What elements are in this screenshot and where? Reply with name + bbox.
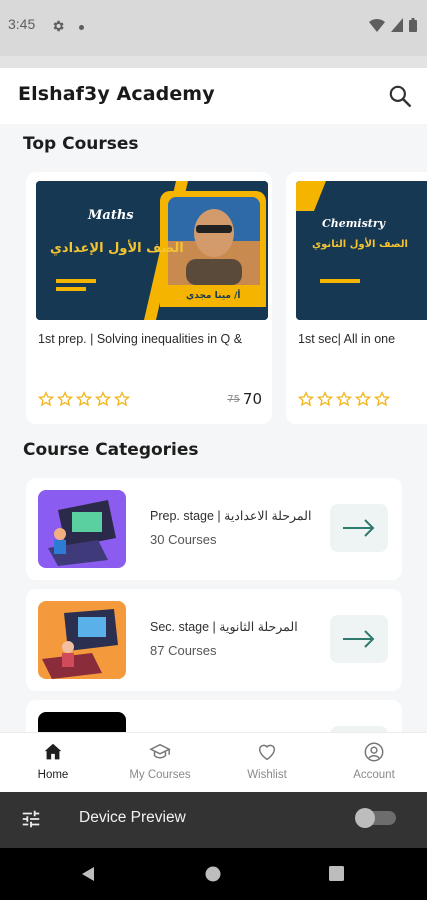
thumb-arabic-title: الصف الأول الثانوي	[312, 239, 408, 250]
notification-dot	[79, 25, 84, 30]
nav-label: Home	[37, 769, 69, 781]
star-outline-icon	[38, 391, 54, 407]
app-bar: Elshaf3y Academy	[0, 68, 427, 124]
thumb-teacher: أ/ مينا مجدي	[186, 291, 241, 301]
tune-icon[interactable]	[20, 808, 42, 830]
system-navigation-bar	[0, 848, 427, 900]
thumb-subject: Maths	[88, 208, 134, 223]
course-thumbnail: Chemistry الصف الأول الثانوي	[296, 181, 427, 320]
thumb-subject: Chemistry	[322, 217, 386, 230]
nav-home[interactable]: Home	[0, 733, 106, 792]
graduation-cap-icon	[149, 743, 171, 759]
star-outline-icon	[57, 391, 73, 407]
star-outline-icon	[374, 391, 390, 407]
category-count: 87 Courses	[150, 643, 217, 658]
window-gap	[0, 56, 427, 68]
course-name: 1st sec| All in one	[298, 332, 396, 346]
nav-label: Account	[353, 769, 395, 781]
open-category-button[interactable]	[330, 504, 388, 552]
course-card[interactable]: Chemistry الصف الأول الثانوي 1st sec| Al…	[286, 172, 427, 424]
nav-label: My Courses	[129, 769, 191, 781]
old-price: 75	[227, 394, 240, 405]
top-courses-title: Top Courses	[23, 134, 139, 154]
category-name: Sec. stage | المرحلة الثانوية	[150, 620, 298, 634]
star-outline-icon	[355, 391, 371, 407]
star-outline-icon	[298, 391, 314, 407]
category-name: Prep. stage | المرحلة الاعدادية	[150, 509, 312, 523]
arrow-right-icon	[343, 519, 375, 537]
app-window: Elshaf3y Academy Top Courses Maths الصف …	[0, 68, 427, 792]
category-count: 30 Courses	[150, 532, 217, 547]
recents-icon[interactable]	[329, 866, 344, 881]
bottom-navigation: Home My Courses Wishlist Account	[0, 732, 427, 792]
status-bar: 3:45	[0, 0, 427, 56]
rating-stars	[38, 391, 130, 407]
account-circle-icon	[364, 742, 384, 762]
battery-icon	[409, 18, 417, 32]
thumb-arabic-title: الصف الأول الإعدادي	[50, 241, 184, 256]
status-time: 3:45	[8, 16, 36, 32]
search-icon[interactable]	[387, 83, 413, 109]
open-category-button[interactable]	[330, 615, 388, 663]
course-categories-title: Course Categories	[23, 440, 199, 460]
toggle-knob	[355, 808, 375, 828]
course-name: 1st prep. | Solving inequalities in Q &	[38, 332, 243, 346]
category-illustration	[38, 490, 126, 568]
course-card[interactable]: Maths الصف الأول الإعدادي أ/ مينا مجدي 1…	[26, 172, 272, 424]
home-circle-icon[interactable]	[205, 866, 221, 882]
star-outline-icon	[317, 391, 333, 407]
nav-wishlist[interactable]: Wishlist	[214, 733, 320, 792]
nav-label: Wishlist	[247, 769, 287, 781]
star-outline-icon	[336, 391, 352, 407]
home-icon	[44, 743, 62, 760]
device-preview-label: Device Preview	[79, 809, 186, 826]
star-outline-icon	[114, 391, 130, 407]
category-illustration	[38, 601, 126, 679]
cell-signal-icon	[391, 18, 403, 32]
star-outline-icon	[76, 391, 92, 407]
back-icon[interactable]	[80, 866, 96, 882]
price: 70	[242, 390, 262, 408]
device-preview-bar: Device Preview	[0, 792, 427, 848]
app-title: Elshaf3y Academy	[18, 83, 215, 105]
category-card[interactable]: Prep. stage | المرحلة الاعدادية 30 Cours…	[26, 478, 402, 580]
wifi-icon	[369, 18, 385, 32]
arrow-right-icon	[343, 630, 375, 648]
category-card[interactable]: Sec. stage | المرحلة الثانوية 87 Courses	[26, 589, 402, 691]
heart-icon	[258, 744, 276, 761]
device-preview-toggle[interactable]	[355, 808, 396, 828]
course-thumbnail-art	[296, 181, 427, 320]
rating-stars	[298, 391, 390, 407]
nav-account[interactable]: Account	[321, 733, 427, 792]
settings-gear-icon	[53, 20, 64, 32]
star-outline-icon	[95, 391, 111, 407]
nav-my-courses[interactable]: My Courses	[107, 733, 213, 792]
course-thumbnail: Maths الصف الأول الإعدادي أ/ مينا مجدي	[36, 181, 268, 320]
